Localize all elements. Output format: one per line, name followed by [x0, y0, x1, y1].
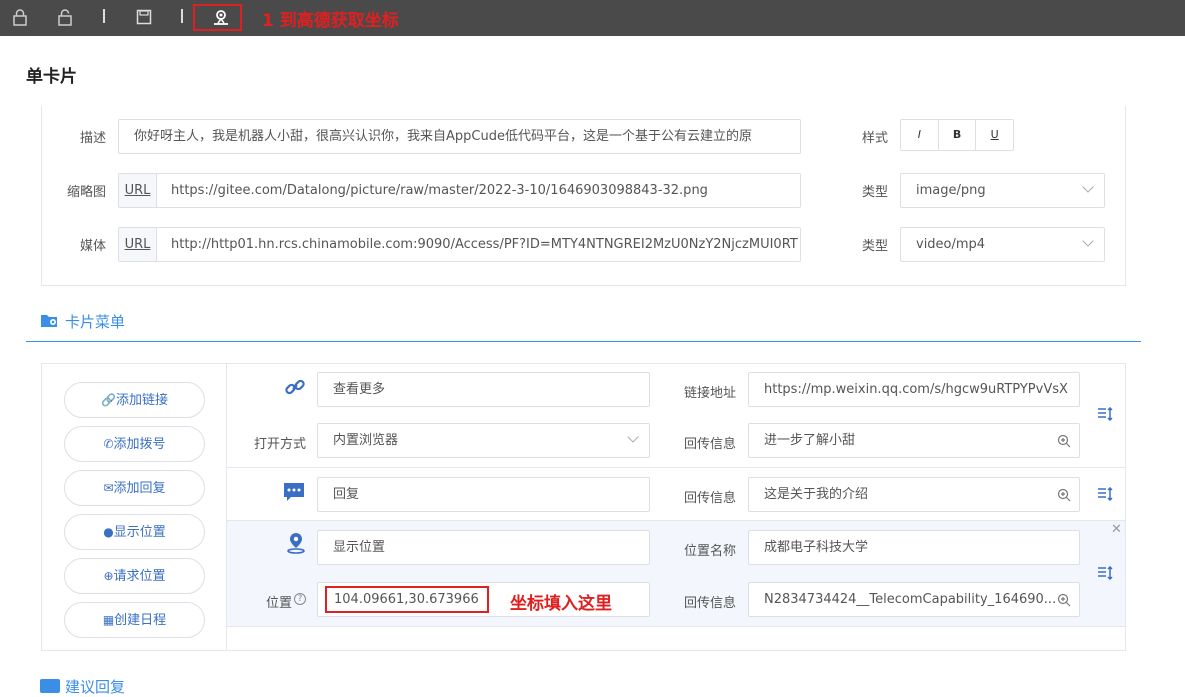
- location-callback-input[interactable]: N2834734424__TelecomCapability_164690...: [748, 582, 1080, 617]
- chevron-down-icon: [627, 431, 639, 443]
- add-dial-button[interactable]: ✆添加拨号: [64, 426, 205, 462]
- chat-icon: ✉: [103, 481, 114, 495]
- annotation-fill-coordinates: 坐标填入这里: [510, 594, 612, 614]
- link-name-input[interactable]: 查看更多: [317, 372, 650, 407]
- thumb-type-value: image/png: [916, 183, 986, 198]
- unlock-icon[interactable]: [56, 8, 74, 26]
- link-url-label: 链接地址: [683, 386, 736, 401]
- location-pin-icon: [287, 533, 305, 554]
- bold-button[interactable]: B: [939, 120, 977, 150]
- chat-bubble-icon: [284, 483, 304, 501]
- sort-icon[interactable]: [1097, 566, 1113, 580]
- page-title: 单卡片: [26, 67, 77, 87]
- callback-label: 回传信息: [683, 596, 736, 611]
- place-name-label: 位置名称: [683, 544, 736, 559]
- position-label: 位置: [265, 596, 292, 611]
- open-mode-value: 内置浏览器: [333, 433, 399, 448]
- media-type-label: 类型: [861, 239, 888, 254]
- thumb-type-select[interactable]: image/png: [900, 173, 1105, 208]
- zoom-in-icon[interactable]: [1057, 593, 1071, 607]
- crosshair-icon: ⊕: [103, 569, 114, 583]
- annotation-highlight-position: [325, 586, 489, 613]
- callback-label: 回传信息: [683, 437, 736, 452]
- media-url-value: http://http01.hn.rcs.chinamobile.com:909…: [171, 237, 798, 252]
- open-mode-select[interactable]: 内置浏览器: [317, 423, 650, 458]
- media-type-value: video/mp4: [916, 237, 986, 252]
- place-name-input[interactable]: 成都电子科技大学: [748, 530, 1080, 565]
- show-location-button[interactable]: ●显示位置: [64, 514, 205, 550]
- link-icon: 🔗: [101, 393, 116, 407]
- link-url-input[interactable]: https://mp.weixin.qq.com/s/hgcw9uRTPYPvV…: [748, 372, 1080, 407]
- thumbnail-url-value: https://gitee.com/Datalong/picture/raw/m…: [171, 183, 708, 198]
- toolbar-separator: [103, 9, 105, 23]
- zoom-in-icon[interactable]: [1057, 488, 1071, 502]
- open-mode-label: 打开方式: [253, 437, 306, 452]
- desc-label: 描述: [79, 131, 106, 146]
- underline-button[interactable]: U: [976, 120, 1013, 150]
- chevron-down-icon: [1082, 181, 1094, 193]
- zoom-in-icon[interactable]: [1057, 434, 1071, 448]
- lock-icon[interactable]: [11, 8, 29, 26]
- location-name-input[interactable]: 显示位置: [317, 530, 650, 565]
- thumbnail-label: 缩略图: [66, 185, 106, 200]
- desc-input[interactable]: 你好呀主人，我是机器人小甜，很高兴认识你，我来自AppCude低代码平台，这是一…: [118, 119, 801, 154]
- style-label: 样式: [861, 131, 888, 146]
- callback-label: 回传信息: [683, 491, 736, 506]
- chevron-down-icon: [1082, 235, 1094, 247]
- add-link-button[interactable]: 🔗添加链接: [64, 382, 205, 418]
- location-pin-icon: ●: [103, 525, 114, 539]
- folder-settings-icon: [41, 315, 57, 327]
- annotation-step-1: 1 到高德获取坐标: [262, 11, 399, 31]
- italic-button[interactable]: I: [901, 120, 939, 150]
- section-divider: [26, 341, 1141, 342]
- annotation-highlight-toolbar: [193, 4, 242, 31]
- media-type-select[interactable]: video/mp4: [900, 227, 1105, 262]
- reply-callback-value: 这是关于我的介绍: [764, 487, 869, 502]
- text-format-group: I B U: [900, 119, 1014, 151]
- card-menu-title: 卡片菜单: [65, 313, 126, 331]
- save-icon[interactable]: [135, 8, 153, 26]
- toolbar-separator: [181, 9, 183, 23]
- calendar-icon: ▦: [102, 613, 115, 627]
- close-icon[interactable]: ✕: [1111, 522, 1122, 537]
- request-location-button[interactable]: ⊕请求位置: [64, 558, 205, 594]
- help-icon[interactable]: ?: [294, 593, 306, 605]
- url-prefix: URL: [119, 228, 157, 261]
- sort-icon[interactable]: [1097, 407, 1113, 421]
- create-schedule-button[interactable]: ▦创建日程: [64, 602, 205, 638]
- thumb-type-label: 类型: [861, 185, 888, 200]
- media-url-input[interactable]: URL http://http01.hn.rcs.chinamobile.com…: [118, 227, 801, 262]
- location-callback-value: N2834734424__TelecomCapability_164690...: [764, 592, 1057, 607]
- add-reply-button[interactable]: ✉添加回复: [64, 470, 205, 506]
- link-callback-input[interactable]: 进一步了解小甜: [748, 423, 1080, 458]
- reply-callback-input[interactable]: 这是关于我的介绍: [748, 477, 1080, 512]
- url-prefix: URL: [119, 174, 157, 207]
- media-label: 媒体: [79, 239, 106, 254]
- suggested-reply-title: 建议回复: [65, 678, 126, 696]
- reply-name-input[interactable]: 回复: [317, 477, 650, 512]
- chat-icon: [40, 679, 60, 693]
- sort-icon[interactable]: [1097, 487, 1113, 501]
- top-toolbar: [0, 0, 1185, 36]
- link-callback-value: 进一步了解小甜: [764, 433, 856, 448]
- thumbnail-url-input[interactable]: URL https://gitee.com/Datalong/picture/r…: [118, 173, 801, 208]
- link-icon: [285, 379, 305, 395]
- phone-icon: ✆: [103, 437, 114, 451]
